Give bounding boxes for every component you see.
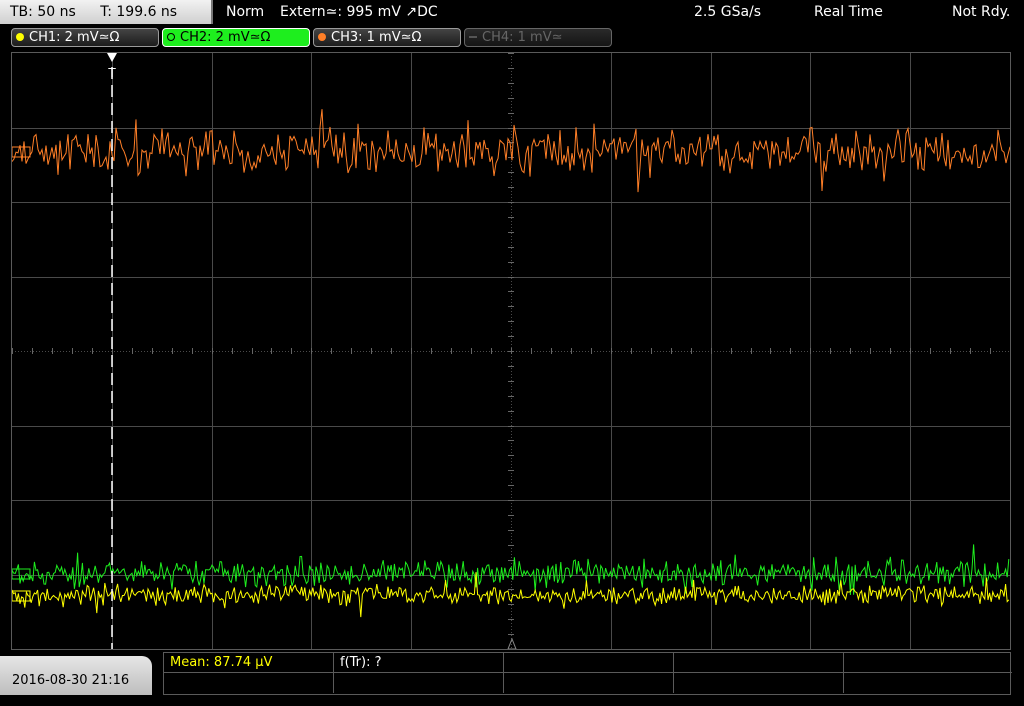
measurement-slot-7	[334, 673, 504, 693]
sample-rate: 2.5 GSa/s	[694, 4, 762, 20]
channel-tab-ch2[interactable]: CH2: 2 mV≃Ω	[162, 28, 310, 47]
channel-tab-ch4[interactable]: CH4: 1 mV≃	[464, 28, 612, 47]
measurement-slot-3	[504, 653, 674, 673]
timebase-value: TB: 50 ns	[10, 4, 76, 20]
datetime-display: 2016-08-30 21:16	[0, 656, 152, 695]
measurement-slot-9	[674, 673, 844, 693]
waveform-display[interactable]: T	[11, 52, 1011, 650]
acquisition-mode: Real Time	[814, 4, 883, 20]
measurement-panel[interactable]: Mean: 87.74 µV f(Tr): ?	[163, 652, 1012, 695]
status-bar: TB: 50 ns T: 199.6 ns Norm Extern≃: 995 …	[0, 0, 1024, 24]
trigger-time-value: T: 199.6 ns	[100, 4, 178, 20]
ch3-color-icon	[318, 33, 326, 41]
graticule	[12, 53, 1010, 649]
trigger-mode[interactable]: Norm	[226, 0, 264, 24]
measurement-slot-6	[164, 673, 334, 693]
ch2-color-icon	[167, 33, 175, 41]
channel-tab-ch3[interactable]: CH3: 1 mV≃Ω	[313, 28, 461, 47]
ch1-label: CH1: 2 mV≃Ω	[29, 30, 120, 45]
trigger-position-icon[interactable]	[107, 53, 117, 62]
timebase-box[interactable]: TB: 50 ns T: 199.6 ns	[0, 0, 213, 24]
ch4-label: CH4: 1 mV≃	[482, 30, 563, 45]
waveform-svg: T	[12, 53, 1010, 649]
channel-tab-ch1[interactable]: CH1: 2 mV≃Ω	[11, 28, 159, 47]
channel-tabs: CH1: 2 mV≃Ω CH2: 2 mV≃Ω CH3: 1 mV≃Ω CH4:…	[0, 26, 1024, 48]
bottom-bar: 2016-08-30 21:16 Mean: 87.74 µV f(Tr): ?	[0, 652, 1024, 695]
ch3-label: CH3: 1 mV≃Ω	[331, 30, 422, 45]
acquisition-status: Not Rdy.	[952, 4, 1011, 20]
measurement-slot-10	[844, 673, 1012, 693]
measurement-slot-8	[504, 673, 674, 693]
measurement-slot-5	[844, 653, 1012, 673]
ch1-color-icon	[16, 33, 24, 41]
mean-measurement: Mean: 87.74 µV	[164, 653, 334, 673]
ch4-color-icon	[469, 36, 477, 38]
ch1-trace	[12, 572, 1010, 618]
trigger-marker-label: T	[107, 66, 116, 80]
ch2-label: CH2: 2 mV≃Ω	[180, 30, 271, 45]
measurement-slot-4	[674, 653, 844, 673]
ch2-trace	[12, 544, 1010, 596]
frequency-measurement: f(Tr): ?	[334, 653, 504, 673]
trigger-source[interactable]: Extern≃: 995 mV ↗DC	[280, 0, 438, 24]
